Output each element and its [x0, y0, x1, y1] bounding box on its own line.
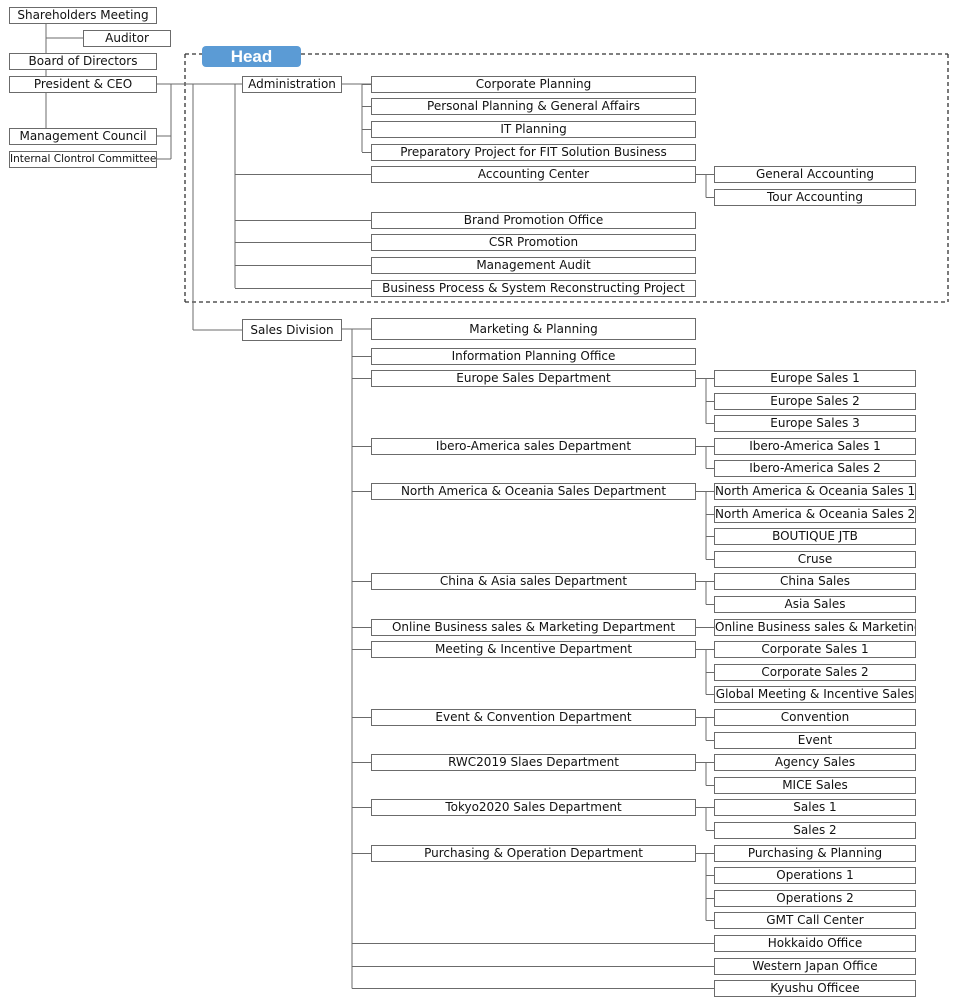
unit-box: North America & Oceania Sales 2	[714, 506, 916, 523]
office-box: Hokkaido Office	[714, 935, 916, 952]
head-group-label: Head	[202, 46, 301, 67]
unit-box: Sales 2	[714, 822, 916, 839]
unit-box: Convention	[714, 709, 916, 726]
department-box: Meeting & Incentive Department	[371, 641, 696, 658]
admin-unit-box: Corporate Planning	[371, 76, 696, 93]
head-unit-box: CSR Promotion	[371, 234, 696, 251]
unit-box: Ibero-America Sales 2	[714, 460, 916, 477]
unit-box: Corporate Sales 1	[714, 641, 916, 658]
department-box: North America & Oceania Sales Department	[371, 483, 696, 500]
unit-box: Ibero-America Sales 1	[714, 438, 916, 455]
auditor-box: Auditor	[83, 30, 171, 47]
unit-box: Operations 1	[714, 867, 916, 884]
unit-box: General Accounting	[714, 166, 916, 183]
unit-box: MICE Sales	[714, 777, 916, 794]
unit-box: Event	[714, 732, 916, 749]
administration-box: Administration	[242, 76, 342, 93]
admin-unit-box: IT Planning	[371, 121, 696, 138]
unit-box: Online Business sales & Marketing	[714, 619, 916, 636]
president-ceo-box: President & CEO	[9, 76, 157, 93]
unit-box: Agency Sales	[714, 754, 916, 771]
department-box: Europe Sales Department	[371, 370, 696, 387]
unit-box: Operations 2	[714, 890, 916, 907]
unit-box: Corporate Sales 2	[714, 664, 916, 681]
department-box: Tokyo2020 Sales Department	[371, 799, 696, 816]
unit-box: China Sales	[714, 573, 916, 590]
office-box: Kyushu Officee	[714, 980, 916, 997]
unit-box: Purchasing & Planning	[714, 845, 916, 862]
unit-box: Europe Sales 2	[714, 393, 916, 410]
unit-box: GMT Call Center	[714, 912, 916, 929]
department-box: China & Asia sales Department	[371, 573, 696, 590]
department-box: Online Business sales & Marketing Depart…	[371, 619, 696, 636]
sales-division-box: Sales Division	[242, 319, 342, 341]
admin-unit-box: Preparatory Project for FIT Solution Bus…	[371, 144, 696, 161]
information-planning-box: Information Planning Office	[371, 348, 696, 365]
internal-control-committee-box: Internal Clontrol Committee	[9, 151, 157, 168]
head-unit-box: Brand Promotion Office	[371, 212, 696, 229]
unit-box: Europe Sales 3	[714, 415, 916, 432]
department-box: RWC2019 Slaes Department	[371, 754, 696, 771]
unit-box: Asia Sales	[714, 596, 916, 613]
management-council-box: Management Council	[9, 128, 157, 145]
department-box: Ibero-America sales Department	[371, 438, 696, 455]
office-box: Western Japan Office	[714, 958, 916, 975]
unit-box: Sales 1	[714, 799, 916, 816]
marketing-planning-box: Marketing & Planning	[371, 318, 696, 340]
accounting-center-box: Accounting Center	[371, 166, 696, 183]
unit-box: Global Meeting & Incentive Sales	[714, 686, 916, 703]
board-of-directors-box: Board of Directors	[9, 53, 157, 70]
head-unit-box: Management Audit	[371, 257, 696, 274]
unit-box: Tour Accounting	[714, 189, 916, 206]
unit-box: North America & Oceania Sales 1	[714, 483, 916, 500]
shareholders-meeting-box: Shareholders Meeting	[9, 7, 157, 24]
department-box: Purchasing & Operation Department	[371, 845, 696, 862]
department-box: Event & Convention Department	[371, 709, 696, 726]
unit-box: Europe Sales 1	[714, 370, 916, 387]
admin-unit-box: Personal Planning & General Affairs	[371, 98, 696, 115]
head-unit-box: Business Process & System Reconstructing…	[371, 280, 696, 297]
unit-box: BOUTIQUE JTB	[714, 528, 916, 545]
unit-box: Cruse	[714, 551, 916, 568]
